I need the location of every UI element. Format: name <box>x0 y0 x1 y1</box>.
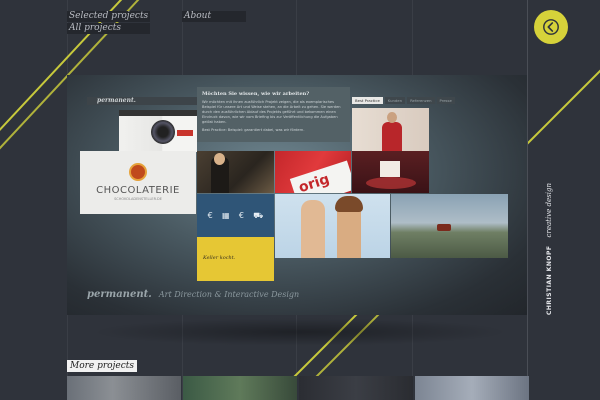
camera-lens-icon <box>151 120 175 144</box>
more-project-thumb[interactable] <box>183 376 297 400</box>
brand-name: CHRISTIAN KNOPF <box>546 245 553 315</box>
info-foot: Best Practice: Beispiel: garantiert dabe… <box>202 128 305 132</box>
about-nav: About <box>182 11 246 23</box>
more-project-thumb[interactable] <box>299 376 413 400</box>
icon-glyph: ▦ <box>222 211 230 220</box>
chevron-left-icon <box>543 19 559 35</box>
tab-kunden[interactable]: Kunden <box>384 97 406 104</box>
yellow-tile-text: Keller kocht. <box>203 255 236 261</box>
sidebar-divider <box>527 0 528 400</box>
icon-glyph: € <box>238 211 244 220</box>
back-button[interactable] <box>534 10 568 44</box>
info-panel: Möchten Sie wissen, wie wir arbeiten? Wi… <box>197 87 350 142</box>
project-tile-red-card[interactable]: orig <box>275 151 351 193</box>
more-projects-row <box>67 376 529 400</box>
sidebar-brand: CHRISTIAN KNOPF creative design <box>536 183 555 315</box>
nav-all-projects[interactable]: All projects <box>67 23 151 34</box>
project-tile-icons[interactable]: € ▦ € ⛟ <box>197 194 274 237</box>
chocolaterie-sub: SCHOKOLADENSTELLER.DE <box>114 197 162 201</box>
project-tile-landscape[interactable] <box>391 194 508 258</box>
tile-bar <box>119 110 197 116</box>
project-stage: permanent. Möchten Sie wissen, wie wir a… <box>67 75 527 315</box>
icon-glyph: € <box>207 211 213 220</box>
figure-coat <box>382 122 402 151</box>
project-tile-yellow[interactable]: Keller kocht. <box>197 237 274 281</box>
brand-tagline: creative design <box>545 183 553 238</box>
stage-shadow <box>90 318 510 346</box>
chocolaterie-logo-icon <box>129 163 147 181</box>
project-tile-chocolaterie[interactable]: CHOCOLATERIE SCHOKOLADENSTELLER.DE <box>80 151 196 214</box>
icon-glyph: ⛟ <box>253 210 264 220</box>
product-glow <box>366 177 416 189</box>
project-tile-product[interactable] <box>352 151 429 193</box>
figure-head <box>214 153 225 165</box>
tile-tag <box>177 130 193 136</box>
more-project-thumb[interactable] <box>415 376 529 400</box>
tab-best-practice[interactable]: Best Practice <box>352 97 383 104</box>
project-tile-portrait[interactable] <box>197 151 274 193</box>
project-tile-webshot[interactable] <box>119 110 197 152</box>
project-tile-portrait-red[interactable] <box>352 108 429 151</box>
footer-desc: Art Direction & Interactive Design <box>158 290 300 299</box>
figure-head <box>387 112 397 123</box>
tab-presse[interactable]: Presse <box>436 97 455 104</box>
info-body: Wir möchten mit ihnen ausführlich Projek… <box>202 100 341 124</box>
card-text: orig <box>296 171 332 193</box>
card-shape: orig <box>289 160 351 193</box>
cow-shape <box>437 224 451 231</box>
stage-footer: permanent. Art Direction & Interactive D… <box>87 289 299 300</box>
main-nav: Selected projects All projects <box>67 11 151 35</box>
more-project-thumb[interactable] <box>67 376 181 400</box>
nav-about[interactable]: About <box>182 11 246 22</box>
product-pack <box>380 161 400 177</box>
stage-tabs: Best Practice Kunden Referenzen Presse <box>352 97 455 104</box>
more-projects-label: More projects <box>67 360 137 372</box>
project-tile-couple[interactable] <box>275 194 390 258</box>
chocolaterie-word: CHOCOLATERIE <box>96 185 180 196</box>
info-heading: Möchten Sie wissen, wie wir arbeiten? <box>202 91 310 97</box>
accent-line <box>519 51 600 152</box>
nav-selected-projects[interactable]: Selected projects <box>67 11 151 22</box>
figure-hair <box>335 196 363 212</box>
stage-mini-brand: permanent. <box>97 97 136 104</box>
footer-brand: permanent. <box>87 289 152 300</box>
figure-left <box>301 200 325 258</box>
tab-referenzen[interactable]: Referenzen <box>407 97 435 104</box>
